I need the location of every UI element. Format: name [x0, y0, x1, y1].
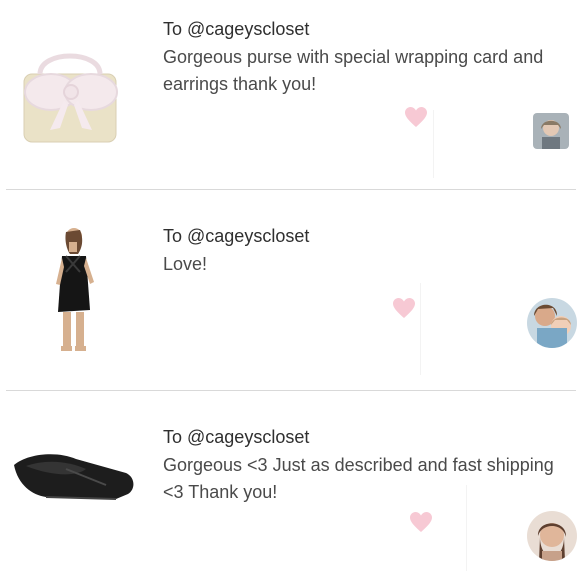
reviewer-avatar[interactable]: [527, 298, 577, 348]
product-image-purse[interactable]: [6, 16, 140, 150]
heart-icon[interactable]: [404, 106, 428, 128]
review-item: To @cageyscloset Gorgeous purse with spe…: [0, 0, 580, 189]
reviewer-avatar[interactable]: [533, 113, 569, 149]
review-recipient[interactable]: To @cageyscloset: [163, 19, 309, 40]
review-comment: Gorgeous purse with special wrapping car…: [163, 47, 544, 94]
reviewer-avatar[interactable]: [527, 511, 577, 561]
review-item: To @cageyscloset Love!: [0, 190, 580, 390]
photo-placeholder: [420, 283, 517, 375]
review-item: To @cageyscloset Gorgeous <3 Just as des…: [0, 391, 580, 580]
review-comment: Love!: [163, 254, 208, 274]
heart-icon[interactable]: [409, 511, 433, 533]
product-image-dress[interactable]: [6, 222, 140, 356]
review-recipient[interactable]: To @cageyscloset: [163, 427, 309, 448]
heart-icon[interactable]: [392, 297, 416, 319]
review-recipient[interactable]: To @cageyscloset: [163, 226, 309, 247]
photo-placeholder: [433, 110, 522, 178]
product-image-shoe[interactable]: [6, 419, 140, 553]
photo-placeholder: [466, 485, 519, 571]
